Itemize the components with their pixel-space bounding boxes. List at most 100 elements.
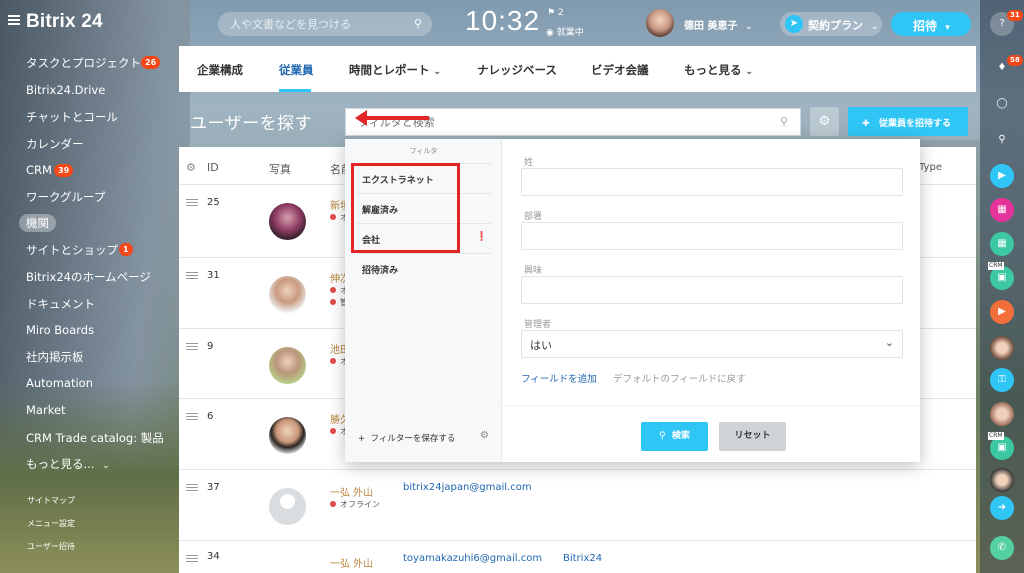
row-name[interactable]: 一弘 外山 [330,555,373,570]
group-avatar-icon[interactable] [990,336,1014,360]
menu-burger-icon[interactable] [8,15,20,25]
manager-select[interactable]: はい ⌄ [521,330,903,358]
department-field[interactable] [521,222,903,250]
sidebar-item-crm[interactable]: CRM [26,163,52,177]
sidebar-item-trade-catalog[interactable]: CRM Trade catalog: 製品 [26,430,164,446]
sidebar-item-automation[interactable]: Automation [26,376,93,390]
sidebar-item-homepage[interactable]: Bitrix24のホームページ [26,269,151,285]
user-chat-avatar-2-icon[interactable] [990,468,1014,492]
search-icon[interactable]: ⚲ [414,17,422,30]
avatar[interactable] [269,276,306,313]
invite-button[interactable]: 招待 ▾ [891,12,971,36]
row-company[interactable]: Bitrix24 [563,553,602,564]
chevron-down-icon: ⌄ [744,22,753,32]
chat-icon[interactable]: ◯ [990,92,1014,116]
drag-handle-icon[interactable] [186,484,198,491]
sidebar-item-chat[interactable]: チャットとコール [26,109,118,125]
gear-icon[interactable]: ⚙ [186,161,196,174]
sidebar-item-company[interactable]: 機関 [19,214,56,232]
drag-handle-icon[interactable] [186,413,198,420]
search-icon[interactable]: ⚲ [780,115,788,128]
sidebar-invite-users[interactable]: ユーザー招待 [27,541,75,552]
notifications-badge: 58 [1007,55,1023,66]
col-type[interactable]: Type [919,162,942,173]
sidebar-item-sites[interactable]: サイトとショップ [26,242,118,258]
save-filter-button[interactable]: + フィルターを保存する [358,432,455,444]
tab-knowledge-base[interactable]: ナレッジベース [477,62,557,78]
sidebar-item-bulletin[interactable]: 社内掲示板 [26,349,84,365]
avatar[interactable] [269,347,306,384]
drag-handle-icon[interactable] [186,555,198,562]
drag-handle-icon[interactable] [186,343,198,350]
lock-icon[interactable]: ⚿ [990,368,1014,392]
sidebar-item-miro[interactable]: Miro Boards [26,323,94,337]
filter-preset-invited[interactable]: 招待済み [362,263,398,276]
reset-button[interactable]: リセット [719,422,786,451]
row-email[interactable]: toyamakazuhi6@gmail.com [403,553,542,564]
search-button-label: 検索 [671,431,690,441]
gear-icon[interactable]: ⚙ [480,430,489,441]
sidebar-menu-settings[interactable]: メニュー設定 [27,518,75,529]
filter-search-input[interactable] [346,109,746,135]
sidebar-item-calendar[interactable]: カレンダー [26,136,84,152]
video-call-icon[interactable]: ▶ [990,164,1014,188]
filter-search[interactable]: ⚲ [345,108,801,136]
chevron-down-icon: ⌄ [884,336,894,349]
sidebar-item-documents[interactable]: ドキュメント [26,296,95,312]
clock[interactable]: 10:32 [465,5,540,37]
global-search[interactable]: ⚲ [218,12,432,36]
global-search-input[interactable] [218,12,398,36]
crm-open-line-2-icon[interactable]: CRM ▣ [988,432,1014,460]
plan-button[interactable]: ➤ 契約プラン ⌄ [780,12,882,36]
interests-field[interactable] [521,276,903,304]
tab-company-structure[interactable]: 企業構成 [197,62,243,78]
restore-default-fields-link[interactable]: デフォルトのフィールドに戻す [613,371,746,385]
avatar[interactable] [269,417,306,454]
last-name-field[interactable] [521,168,903,196]
search-rail-icon[interactable]: ⚲ [990,128,1014,152]
search-button[interactable]: ⚲ 検索 [641,422,708,451]
plus-icon: ✚ [862,119,870,129]
invite-employee-label: 従業員を招待する [878,119,951,129]
tab-employees[interactable]: 従業員 [279,62,314,78]
phone-icon[interactable]: ✆ [990,536,1014,560]
crm-open-line-icon[interactable]: CRM ▣ [988,262,1014,290]
row-name[interactable]: 一弘 外山 [330,484,373,499]
sidebar-item-tasks[interactable]: タスクとプロジェクト [26,55,141,71]
tab-video-conference[interactable]: ビデオ会議 [591,62,649,78]
top-bar: Bitrix 24 ⚲ 10:32 ⚑ 2 ◉ 就業中 德田 美恵子 ⌄ ➤ 契… [0,0,1024,46]
table-row[interactable]: 34 一弘 外山 toyamakazuhi6@gmail.com Bitrix2… [179,541,976,573]
tab-time-reports[interactable]: 時間とレポート ⌄ [349,62,441,78]
sidebar-item-more[interactable]: もっと見る... ⌄ [26,456,110,472]
sidebar-item-market[interactable]: Market [26,403,66,417]
col-id[interactable]: ID [207,161,219,174]
chevron-down-icon: ⌄ [870,22,879,32]
calendar-icon[interactable]: ▦ [990,198,1014,222]
sidebar-sitemap[interactable]: サイトマップ [27,495,75,506]
field-label-manager: 管理者 [524,320,552,330]
user-name[interactable]: 德田 美恵子 ⌄ [684,17,753,32]
flag-counter[interactable]: ⚑ 2 [547,8,564,18]
avatar[interactable] [269,488,306,525]
grid-settings-button[interactable]: ⚙ [810,107,839,136]
sidebar-item-workgroups[interactable]: ワークグループ [26,189,105,205]
drag-handle-icon[interactable] [186,272,198,279]
calendar-green-icon[interactable]: ▦ [990,232,1014,256]
add-field-link[interactable]: フィールドを追加 [521,371,597,385]
avatar[interactable] [269,203,306,240]
user-avatar[interactable] [646,9,674,37]
user-chat-avatar-icon[interactable] [990,402,1014,426]
col-photo[interactable]: 写真 [269,161,291,177]
pin-icon[interactable]: ❗ [476,232,487,242]
row-email[interactable]: bitrix24japan@gmail.com [403,482,532,493]
drag-handle-icon[interactable] [186,199,198,206]
exit-icon[interactable]: ➜ [990,496,1014,520]
invite-employee-button[interactable]: ✚ 従業員を招待する [848,107,968,136]
app-logo[interactable]: Bitrix 24 [26,11,103,33]
table-row[interactable]: 37 一弘 外山 オフライン bitrix24japan@gmail.com [179,470,976,541]
work-status[interactable]: ◉ 就業中 [546,25,584,38]
crm-label: CRM [988,262,1004,270]
tab-more[interactable]: もっと見る ⌄ [684,62,753,78]
sidebar-item-drive[interactable]: Bitrix24.Drive [26,83,105,97]
video-icon[interactable]: ▶ [990,300,1014,324]
